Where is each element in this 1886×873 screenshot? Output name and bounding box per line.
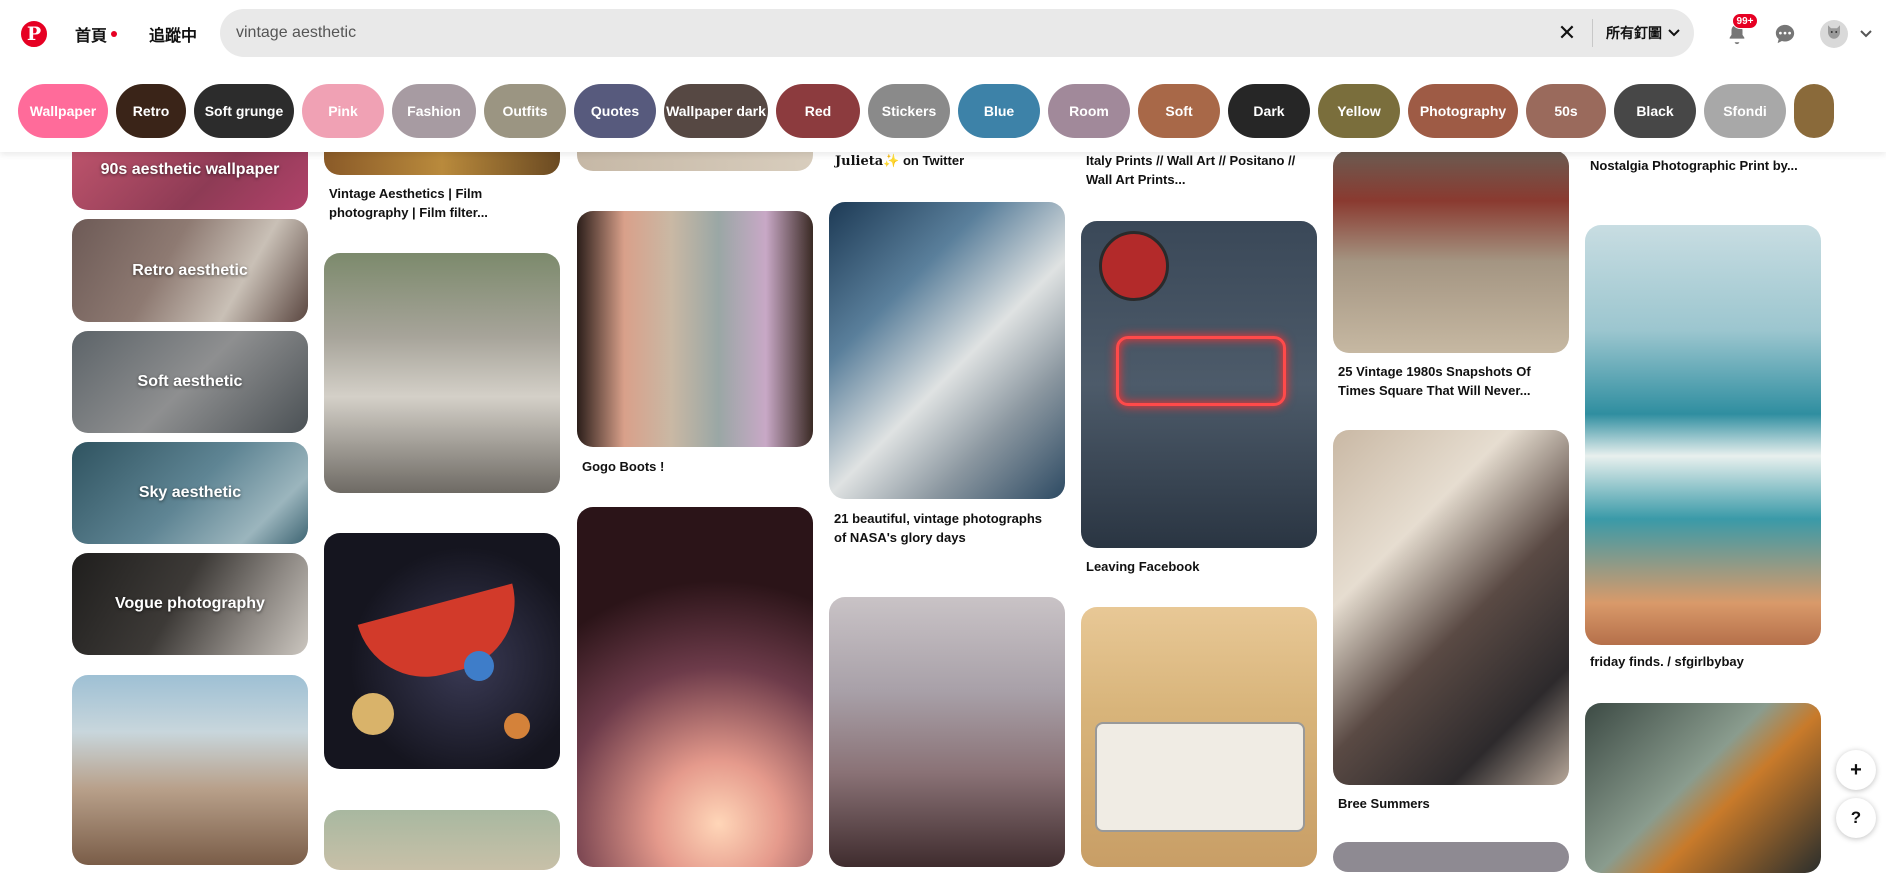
avatar-cat-icon: [1825, 23, 1843, 46]
pin-image-ferris-wheel[interactable]: [829, 597, 1065, 867]
chip-sfondi[interactable]: Sfondi: [1704, 84, 1786, 138]
chip-pink[interactable]: Pink: [302, 84, 384, 138]
clear-search-icon[interactable]: ✕: [1555, 20, 1579, 45]
search-scope-dropdown[interactable]: 所有釘圖: [1606, 9, 1680, 57]
pin-image-be-happy-plate[interactable]: [1081, 607, 1317, 867]
avatar[interactable]: [1820, 20, 1848, 48]
chip-retro[interactable]: Retro: [116, 84, 186, 138]
pin-image-couple-bench[interactable]: [324, 253, 560, 493]
pin-image-space-canoe[interactable]: [324, 533, 560, 769]
planet-saturn: [352, 693, 394, 735]
nav-following-label: 追蹤中: [149, 28, 198, 45]
caption-rest: on Twitter: [899, 153, 965, 168]
sparkle-icon: ✨: [883, 153, 900, 168]
nav-following[interactable]: 追蹤中: [139, 19, 207, 49]
category-tile-label: 90s aesthetic wallpaper: [100, 161, 280, 178]
chip-soft-grunge[interactable]: Soft grunge: [194, 84, 294, 138]
pin-caption: Nostalgia Photographic Print by...: [1590, 158, 1798, 173]
chip-wallpaper-dark[interactable]: Wallpaper dark: [664, 84, 768, 138]
pin-caption: Leaving Facebook: [1086, 559, 1200, 574]
pin-caption: Gogo Boots !: [582, 459, 665, 474]
pin-image-record-store[interactable]: [1333, 430, 1569, 785]
chip-fashion[interactable]: Fashion: [392, 84, 476, 138]
category-tile-retro-aesthetic[interactable]: Retro aesthetic: [72, 219, 308, 322]
pin-image-gogo-boots[interactable]: [577, 211, 813, 447]
related-searches-chips: Wallpaper Retro Soft grunge Pink Fashion Outf…: [0, 68, 1886, 152]
pin-image-col2-bottom[interactable]: [324, 810, 560, 870]
chip-dark[interactable]: Dark: [1228, 84, 1310, 138]
notifications-badge: 99+: [1732, 13, 1758, 29]
pin-caption: Italy Prints // Wall Art // Positano // …: [1086, 153, 1296, 187]
pin-image-col6-bottom[interactable]: [1333, 842, 1569, 872]
chip-black[interactable]: Black: [1614, 84, 1696, 138]
chip-more[interactable]: [1794, 84, 1834, 138]
category-tile-label: Soft aesthetic: [137, 373, 243, 390]
create-plus-button[interactable]: +: [1836, 750, 1876, 790]
chip-wallpaper[interactable]: Wallpaper: [18, 84, 108, 138]
messages-icon[interactable]: [1770, 19, 1800, 49]
pin-caption: 21 beautiful, vintage photographs of NAS…: [834, 511, 1043, 545]
search-scope-label: 所有釘圖: [1606, 25, 1662, 41]
pin-image-sunset-silhouette[interactable]: [577, 507, 813, 867]
chip-soft[interactable]: Soft: [1138, 84, 1220, 138]
license-plate: [1095, 722, 1305, 832]
help-button[interactable]: ?: [1836, 798, 1876, 838]
category-tile-sky-aesthetic[interactable]: Sky aesthetic: [72, 442, 308, 544]
chip-50s[interactable]: 50s: [1526, 84, 1606, 138]
chip-red[interactable]: Red: [776, 84, 860, 138]
search-bar: ✕ 所有釘圖: [220, 9, 1694, 57]
chevron-down-icon: [1668, 26, 1680, 40]
top-header: P 首頁 追蹤中 ✕ 所有釘圖 99+: [0, 0, 1886, 68]
caption-name: Julieta: [835, 154, 884, 169]
planet-blue: [464, 651, 494, 681]
category-tile-label: Vogue photography: [115, 595, 265, 612]
pin-caption: Julieta✨ on Twitter: [835, 151, 1095, 171]
unread-dot-icon: [111, 31, 118, 37]
chip-quotes[interactable]: Quotes: [574, 84, 656, 138]
category-tile-label: Retro aesthetic: [132, 261, 248, 279]
pin-caption: 25 Vintage 1980s Snapshots Of Times Squa…: [1338, 364, 1531, 398]
pin-image-coca-cola-neon[interactable]: [1081, 221, 1317, 548]
search-input[interactable]: [236, 9, 1536, 57]
pin-caption: friday finds. / sfgirlbybay: [1590, 654, 1744, 669]
pin-image-butterfly[interactable]: [1585, 703, 1821, 873]
chip-room[interactable]: Room: [1048, 84, 1130, 138]
chip-blue[interactable]: Blue: [958, 84, 1040, 138]
search-divider: [1592, 19, 1593, 47]
pin-image-nasa-astronaut[interactable]: [829, 202, 1065, 499]
pinterest-logo[interactable]: P: [10, 13, 58, 55]
nav-home[interactable]: 首頁: [65, 19, 127, 49]
category-tile-soft-aesthetic[interactable]: Soft aesthetic: [72, 331, 308, 433]
canoe-shape: [357, 583, 531, 693]
planet-orange: [504, 713, 530, 739]
chip-stickers[interactable]: Stickers: [868, 84, 950, 138]
pin-image-hifi-street[interactable]: [72, 675, 308, 865]
chip-yellow[interactable]: Yellow: [1318, 84, 1400, 138]
pin-caption: Bree Summers: [1338, 796, 1430, 811]
pin-image-ocean-flowers[interactable]: [1585, 225, 1821, 645]
pin-caption: Vintage Aesthetics | Film photography | …: [329, 186, 488, 220]
neon-sign: [1116, 336, 1286, 406]
account-chevron-down-icon[interactable]: [1856, 24, 1876, 44]
chip-photography[interactable]: Photography: [1408, 84, 1518, 138]
category-tile-vogue-photography[interactable]: Vogue photography: [72, 553, 308, 655]
chip-outfits[interactable]: Outfits: [484, 84, 566, 138]
pinterest-logo-icon: P: [21, 21, 47, 47]
nav-home-label: 首頁: [75, 28, 108, 45]
category-tile-label: Sky aesthetic: [138, 484, 242, 501]
pin-image-times-square[interactable]: [1333, 150, 1569, 353]
round-sign: [1099, 231, 1169, 301]
